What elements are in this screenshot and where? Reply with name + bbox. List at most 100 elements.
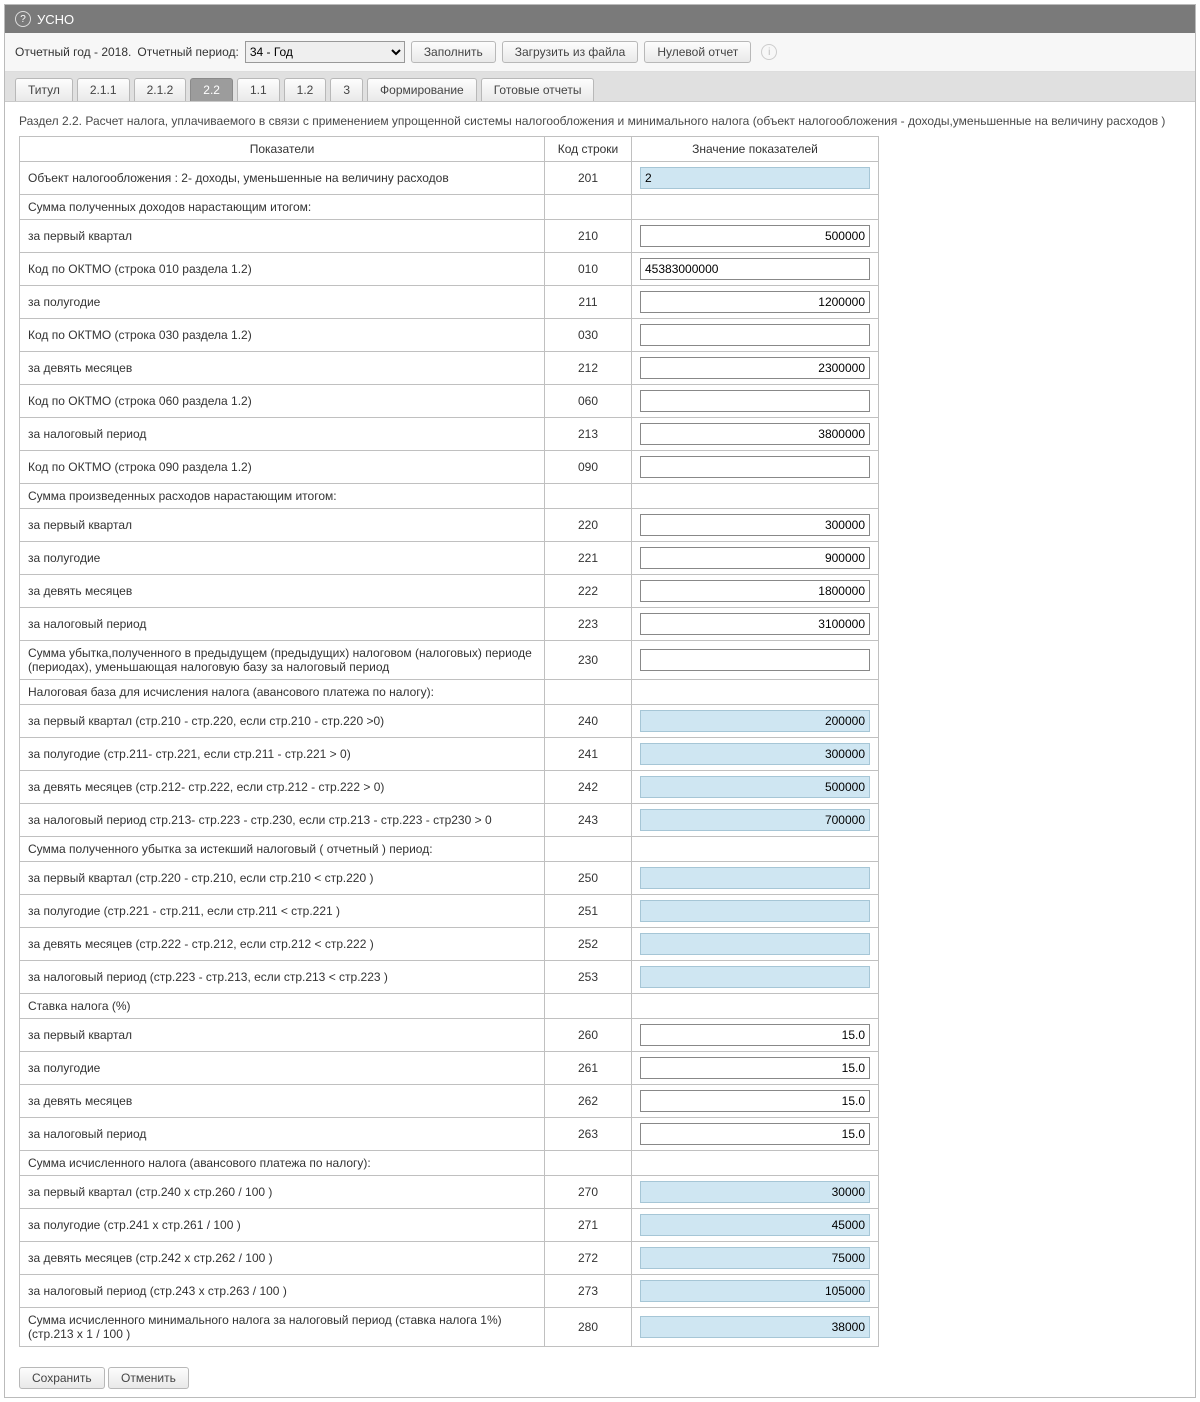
zero-report-button[interactable]: Нулевой отчет xyxy=(644,41,751,63)
row-code: 240 xyxy=(545,705,632,738)
value-input-263[interactable] xyxy=(640,1123,870,1145)
row-label: за девять месяцев (стр.212- стр.222, есл… xyxy=(20,771,545,804)
row-code: 213 xyxy=(545,418,632,451)
table-row: за полугодие (стр.241 х стр.261 / 100 )2… xyxy=(20,1209,879,1242)
row-value-cell xyxy=(632,705,879,738)
row-value-cell xyxy=(632,319,879,352)
row-label: Сумма полученного убытка за истекший нал… xyxy=(20,837,545,862)
row-value-cell xyxy=(632,195,879,220)
tabs: Титул2.1.12.1.22.21.11.23ФормированиеГот… xyxy=(5,72,1195,102)
row-label: за первый квартал (стр.220 - стр.210, ес… xyxy=(20,862,545,895)
value-input-010[interactable] xyxy=(640,258,870,280)
tab-titul[interactable]: Титул xyxy=(15,78,73,101)
help-icon[interactable]: ? xyxy=(15,11,31,27)
table-row: за полугодие211 xyxy=(20,286,879,319)
load-from-file-button[interactable]: Загрузить из файла xyxy=(502,41,639,63)
period-select[interactable]: 34 - Год xyxy=(245,41,405,63)
row-label: Объект налогообложения : 2- доходы, умен… xyxy=(20,162,545,195)
row-code: 220 xyxy=(545,509,632,542)
row-code: 263 xyxy=(545,1118,632,1151)
row-label: Ставка налога (%) xyxy=(20,994,545,1019)
row-label: за девять месяцев (стр.242 х стр.262 / 1… xyxy=(20,1242,545,1275)
row-label: Сумма произведенных расходов нарастающим… xyxy=(20,484,545,509)
row-value-cell xyxy=(632,509,879,542)
tab-s3[interactable]: 3 xyxy=(330,78,363,101)
value-input-222[interactable] xyxy=(640,580,870,602)
table-row: за девять месяцев262 xyxy=(20,1085,879,1118)
row-value-cell xyxy=(632,1176,879,1209)
tab-s11[interactable]: 1.1 xyxy=(237,78,280,101)
row-code xyxy=(545,195,632,220)
value-input-230[interactable] xyxy=(640,649,870,671)
row-label: за девять месяцев xyxy=(20,352,545,385)
table-row: Сумма исчисленного налога (авансового пл… xyxy=(20,1151,879,1176)
value-input-272 xyxy=(640,1247,870,1269)
value-input-223[interactable] xyxy=(640,613,870,635)
fill-button[interactable]: Заполнить xyxy=(411,41,496,63)
row-label: Код по ОКТМО (строка 010 раздела 1.2) xyxy=(20,253,545,286)
row-label: за первый квартал xyxy=(20,220,545,253)
row-value-cell xyxy=(632,1019,879,1052)
save-button[interactable]: Сохранить xyxy=(19,1367,105,1389)
table-row: за первый квартал210 xyxy=(20,220,879,253)
col-value: Значение показателей xyxy=(632,137,879,162)
row-code: 260 xyxy=(545,1019,632,1052)
info-icon[interactable]: i xyxy=(761,44,777,60)
row-label: за первый квартал (стр.210 - стр.220, ес… xyxy=(20,705,545,738)
row-label: за полугодие xyxy=(20,286,545,319)
tab-form[interactable]: Формирование xyxy=(367,78,477,101)
cancel-button[interactable]: Отменить xyxy=(108,1367,189,1389)
tab-s212[interactable]: 2.1.2 xyxy=(134,78,187,101)
table-row: за налоговый период223 xyxy=(20,608,879,641)
row-label: за налоговый период xyxy=(20,418,545,451)
row-label: за налоговый период стр.213- стр.223 - с… xyxy=(20,804,545,837)
col-code: Код строки xyxy=(545,137,632,162)
value-input-273 xyxy=(640,1280,870,1302)
tab-ready[interactable]: Готовые отчеты xyxy=(481,78,595,101)
tab-s22[interactable]: 2.2 xyxy=(190,78,233,101)
period-label: Отчетный период: xyxy=(137,45,238,59)
table-row: Код по ОКТМО (строка 090 раздела 1.2)090 xyxy=(20,451,879,484)
value-input-060[interactable] xyxy=(640,390,870,412)
table-row: за полугодие221 xyxy=(20,542,879,575)
row-code: 230 xyxy=(545,641,632,680)
col-indicators: Показатели xyxy=(20,137,545,162)
row-value-cell xyxy=(632,253,879,286)
table-row: Сумма полученного убытка за истекший нал… xyxy=(20,837,879,862)
row-label: за девять месяцев (стр.222 - стр.212, ес… xyxy=(20,928,545,961)
row-value-cell xyxy=(632,162,879,195)
tab-s12[interactable]: 1.2 xyxy=(284,78,327,101)
row-label: за налоговый период (стр.223 - стр.213, … xyxy=(20,961,545,994)
row-label: за девять месяцев xyxy=(20,575,545,608)
value-input-261[interactable] xyxy=(640,1057,870,1079)
data-table: Показатели Код строки Значение показател… xyxy=(19,136,879,1347)
table-row: Сумма произведенных расходов нарастающим… xyxy=(20,484,879,509)
value-input-251 xyxy=(640,900,870,922)
value-input-260[interactable] xyxy=(640,1024,870,1046)
value-input-220[interactable] xyxy=(640,514,870,536)
value-input-262[interactable] xyxy=(640,1090,870,1112)
toolbar: Отчетный год - 2018. Отчетный период: 34… xyxy=(5,33,1195,72)
row-value-cell xyxy=(632,804,879,837)
tab-s211[interactable]: 2.1.1 xyxy=(77,78,130,101)
value-input-210[interactable] xyxy=(640,225,870,247)
row-value-cell xyxy=(632,837,879,862)
value-input-030[interactable] xyxy=(640,324,870,346)
value-input-240 xyxy=(640,710,870,732)
table-row: Код по ОКТМО (строка 010 раздела 1.2)010 xyxy=(20,253,879,286)
row-value-cell xyxy=(632,385,879,418)
value-input-090[interactable] xyxy=(640,456,870,478)
table-row: Код по ОКТМО (строка 060 раздела 1.2)060 xyxy=(20,385,879,418)
row-value-cell xyxy=(632,1242,879,1275)
row-code: 262 xyxy=(545,1085,632,1118)
row-value-cell xyxy=(632,608,879,641)
table-row: Сумма убытка,полученного в предыдущем (п… xyxy=(20,641,879,680)
value-input-221[interactable] xyxy=(640,547,870,569)
value-input-212[interactable] xyxy=(640,357,870,379)
value-input-211[interactable] xyxy=(640,291,870,313)
row-code: 212 xyxy=(545,352,632,385)
row-value-cell xyxy=(632,928,879,961)
row-label: Код по ОКТМО (строка 060 раздела 1.2) xyxy=(20,385,545,418)
row-code xyxy=(545,837,632,862)
value-input-213[interactable] xyxy=(640,423,870,445)
